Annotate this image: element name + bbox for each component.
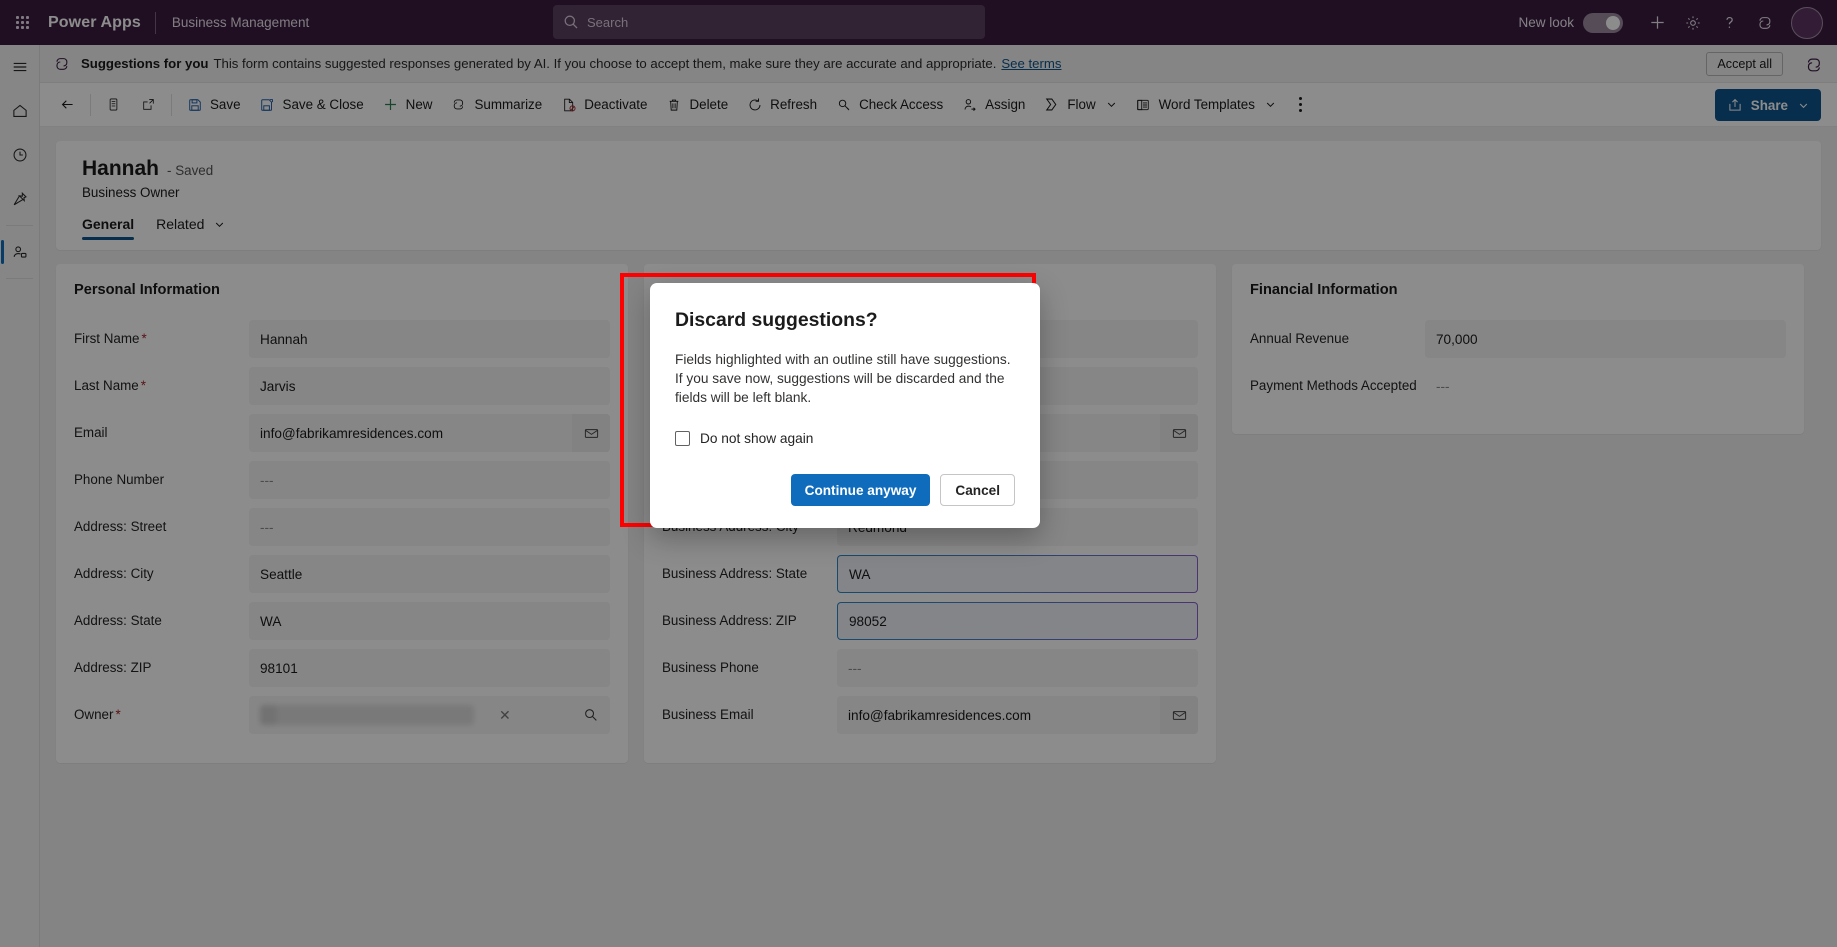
do-not-show-again-checkbox[interactable]: Do not show again — [675, 431, 1015, 446]
dialog-body: Fields highlighted with an outline still… — [675, 352, 1011, 405]
app-root: Power Apps Business Management Search Ne… — [0, 0, 1837, 947]
cancel-button[interactable]: Cancel — [940, 474, 1015, 506]
dialog-actions: Continue anyway Cancel — [675, 474, 1015, 506]
checkbox-label: Do not show again — [700, 431, 814, 446]
dialog-title: Discard suggestions? — [675, 309, 878, 331]
continue-anyway-button[interactable]: Continue anyway — [790, 474, 931, 506]
checkbox-box[interactable] — [675, 431, 690, 446]
discard-suggestions-dialog: Discard suggestions? Fields highlighted … — [650, 283, 1040, 528]
